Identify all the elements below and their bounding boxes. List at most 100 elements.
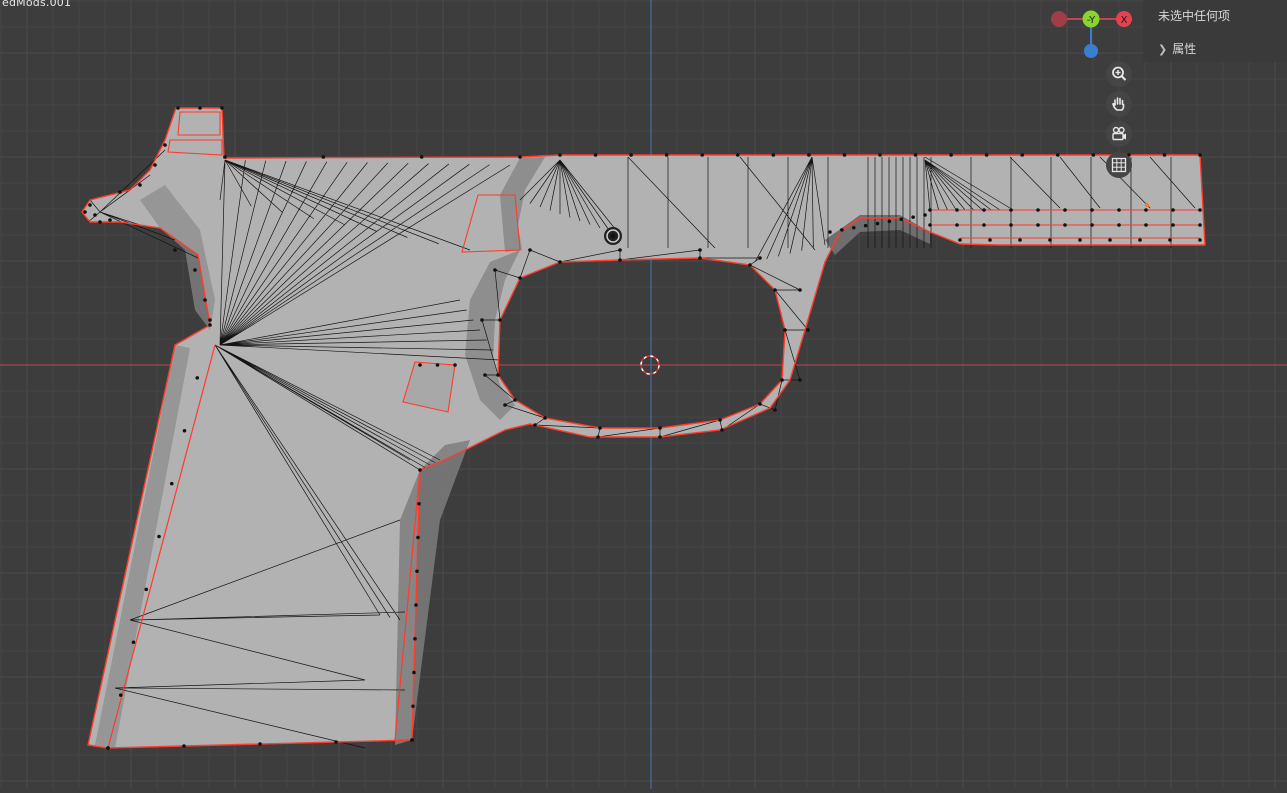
mesh-vertex	[735, 153, 740, 157]
mesh-vertex	[558, 260, 562, 264]
mesh-vertex	[1048, 238, 1052, 242]
mesh-vertex	[1078, 238, 1082, 242]
mesh-vertex	[913, 153, 918, 157]
gizmo-z-handle[interactable]	[1084, 44, 1098, 58]
mesh-vertex	[453, 363, 457, 367]
trigger-guard-outline	[497, 257, 786, 429]
mesh-vertex	[899, 217, 904, 222]
viewport-canvas[interactable]: -Y X	[0, 0, 1287, 789]
mesh-vertex	[198, 106, 202, 110]
mesh-vertex	[163, 143, 167, 147]
mesh-vertex	[928, 208, 932, 212]
mesh-vertex	[1144, 223, 1148, 227]
mesh-vertex	[533, 423, 537, 427]
camera-view-icon	[1112, 126, 1126, 141]
mesh-vertex	[1090, 223, 1094, 227]
camera-view-button[interactable]	[1106, 121, 1132, 147]
mesh-vertex	[1198, 208, 1202, 212]
mesh-vertex	[208, 323, 212, 327]
mesh-vertex	[658, 426, 662, 430]
mesh-vertex	[1198, 153, 1202, 157]
mesh-vertex	[93, 213, 97, 217]
mesh-vertex	[658, 435, 662, 439]
ortho-toggle-button[interactable]	[1106, 152, 1132, 178]
mesh-vertex	[798, 288, 802, 292]
mesh-vertex	[863, 223, 868, 228]
mesh-vertex	[955, 223, 959, 227]
3d-viewport[interactable]: -Y X edMods.001 未选中任何项 ❯ 属性	[0, 0, 1287, 789]
mesh-vertex	[758, 256, 762, 260]
navigation-gizmo[interactable]: -Y X	[1051, 10, 1132, 59]
mesh-vertex	[1020, 153, 1025, 157]
mesh-vertex	[698, 248, 702, 252]
mesh-vertex	[618, 248, 622, 252]
mesh-vertex	[157, 534, 161, 539]
mesh-vertex	[193, 268, 197, 272]
object-name-label: edMods.001	[2, 0, 72, 9]
selection-status-text: 未选中任何项	[1158, 9, 1231, 23]
mesh-vertex	[1036, 208, 1040, 212]
chevron-right-icon: ❯	[1158, 43, 1168, 56]
mesh-vertex	[806, 328, 810, 332]
zoom-icon	[1112, 66, 1127, 81]
mesh-vertex	[131, 640, 136, 645]
mesh-vertex	[1009, 223, 1013, 227]
mesh-vertex	[334, 740, 338, 744]
mesh-vertex	[118, 693, 123, 697]
mesh-vertex	[518, 276, 522, 280]
mesh-vertex	[88, 203, 92, 207]
mesh-vertex	[413, 636, 417, 641]
mesh-vertex	[618, 258, 622, 262]
mesh-vertex	[108, 218, 112, 222]
mesh-vertex	[1117, 223, 1121, 227]
gizmo-neg-x-handle[interactable]	[1051, 11, 1067, 27]
mesh-vertex	[543, 416, 547, 420]
mesh-vertex	[840, 228, 844, 232]
mesh-vertex	[842, 153, 847, 157]
mesh-vertex	[483, 373, 487, 377]
pan-button[interactable]	[1106, 91, 1132, 117]
grid-ortho-icon	[1111, 157, 1127, 173]
mesh-vertex	[223, 155, 227, 159]
mesh-vertex	[1090, 208, 1094, 212]
mesh-vertex	[851, 225, 856, 230]
mesh-vertex	[798, 378, 802, 382]
mesh-vertex	[1138, 238, 1142, 242]
mesh-vertex	[411, 704, 415, 709]
mesh-vertex	[195, 376, 200, 380]
properties-expander[interactable]: ❯ 属性	[1158, 40, 1196, 57]
mesh-vertex	[1198, 223, 1202, 227]
mesh-vertex	[208, 318, 212, 322]
mesh-vertex	[1091, 153, 1096, 157]
mesh-vertex	[106, 746, 110, 750]
mesh-vertex	[98, 220, 102, 224]
mesh-vertex	[169, 481, 174, 486]
mesh-vertex	[1108, 238, 1112, 242]
mesh-vertex	[1063, 223, 1067, 227]
mesh-vertex	[513, 398, 517, 402]
mesh-vertex	[1009, 208, 1013, 212]
pivot-marker	[604, 227, 622, 245]
zoom-button[interactable]	[1106, 61, 1132, 87]
mesh-vertex	[596, 435, 600, 439]
gizmo-x-label: X	[1121, 15, 1128, 26]
outliner-panel: 未选中任何项 ❯ 属性	[1143, 0, 1287, 62]
mesh-vertex	[783, 328, 787, 332]
mesh-vertex	[700, 153, 705, 157]
mesh-vertex	[1162, 153, 1167, 157]
gizmo-neg-y-label: -Y	[1087, 15, 1096, 26]
mesh-vertex	[528, 248, 532, 252]
mesh-vertex	[418, 468, 422, 472]
mesh-vertex	[518, 155, 522, 159]
mesh-vertex	[220, 106, 224, 110]
mesh-vertex	[773, 408, 777, 412]
pistol-frame-mesh[interactable]	[81, 106, 1206, 750]
mesh-vertex	[144, 587, 149, 592]
mesh-vertex	[1036, 223, 1040, 227]
mesh-vertex	[780, 378, 784, 382]
mesh-vertex	[416, 535, 420, 540]
mesh-vertex	[1117, 208, 1121, 212]
mesh-vertex	[629, 153, 633, 157]
mesh-vertex	[414, 603, 418, 607]
mesh-vertex	[807, 153, 811, 157]
